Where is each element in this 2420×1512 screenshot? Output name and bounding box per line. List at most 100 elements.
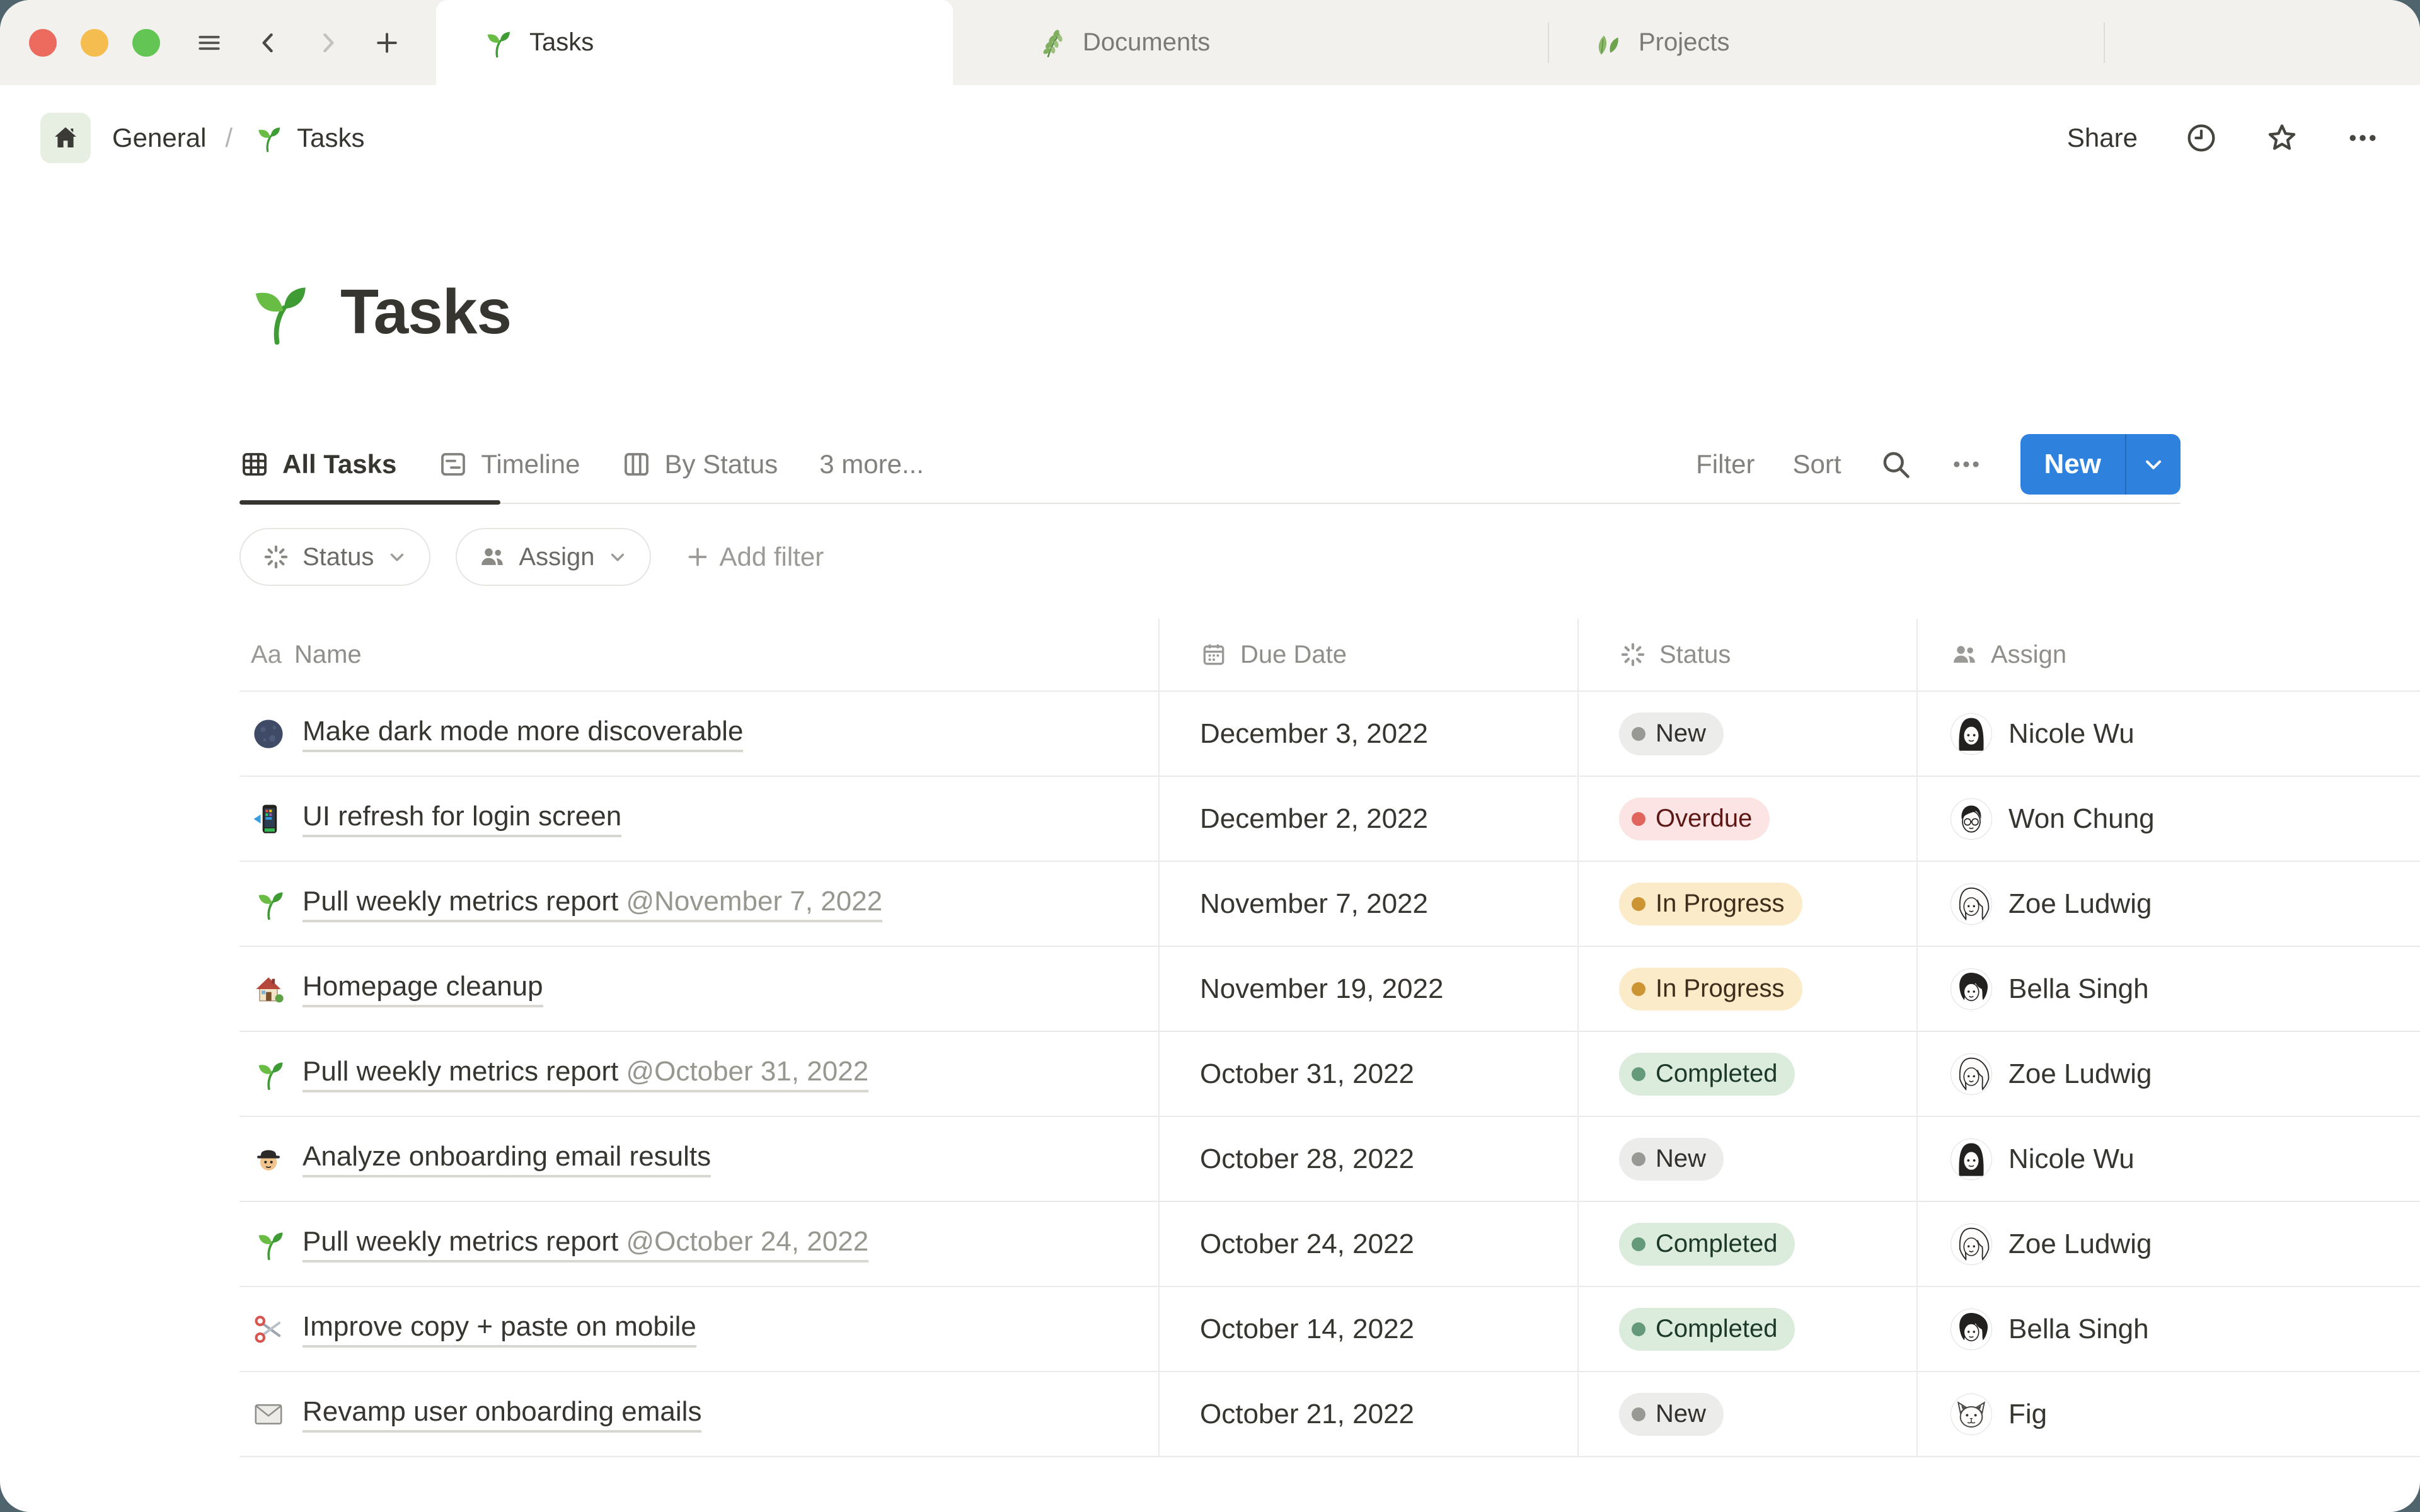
assign-cell[interactable]: Won Chung [1918,777,2419,861]
task-page-link[interactable]: Pull weekly metrics report @October 31, … [302,1056,869,1092]
minimize-window-button[interactable] [81,28,108,57]
task-page-link[interactable]: Make dark mode more discoverable [302,716,744,752]
assignee-name: Nicole Wu [2008,1143,2135,1174]
assign-cell[interactable]: Zoe Ludwig [1918,862,2419,946]
assign-cell[interactable]: Bella Singh [1918,947,2419,1031]
assign-filter-chip[interactable]: Assign [456,528,652,586]
task-page-link[interactable]: UI refresh for login screen [302,801,622,837]
more-views-button[interactable]: 3 more... [819,449,924,479]
task-page-link[interactable]: Improve copy + paste on mobile [302,1311,696,1348]
assign-cell[interactable]: Nicole Wu [1918,692,2419,776]
name-cell[interactable]: Homepage cleanup [239,947,1160,1031]
name-cell[interactable]: Pull weekly metrics report @October 31, … [239,1032,1160,1116]
sort-button[interactable]: Sort [1792,449,1841,479]
history-clock-icon[interactable] [2184,121,2218,155]
assign-cell[interactable]: Bella Singh [1918,1287,2419,1371]
table-row[interactable]: Analyze onboarding email results October… [239,1117,2420,1202]
status-badge: Completed [1619,1307,1795,1351]
column-header-assign[interactable]: Assign [1918,619,2419,690]
column-label: Due Date [1240,640,1347,668]
view-tab-by-status[interactable]: By Status [621,449,778,479]
chip-label: Status [302,542,374,571]
due-date-cell[interactable]: October 24, 2022 [1160,1202,1579,1286]
name-cell[interactable]: Pull weekly metrics report @November 7, … [239,862,1160,946]
task-page-link[interactable]: Analyze onboarding email results [302,1141,712,1177]
status-badge: Overdue [1619,797,1770,840]
status-cell[interactable]: Completed [1579,1032,1918,1116]
due-date-cell[interactable]: October 21, 2022 [1160,1372,1579,1456]
breadcrumb-workspace[interactable]: General [112,123,206,153]
status-cell[interactable]: New [1579,1117,1918,1201]
name-cell[interactable]: Analyze onboarding email results [239,1117,1160,1201]
favorite-star-icon[interactable] [2265,121,2299,155]
calendar-icon [1200,641,1228,668]
new-tab-icon[interactable] [371,26,403,59]
table-row[interactable]: Pull weekly metrics report @October 31, … [239,1032,2420,1117]
house-icon [251,971,286,1007]
plus-icon [685,544,710,570]
due-date-cell[interactable]: November 7, 2022 [1160,862,1579,946]
assign-cell[interactable]: Zoe Ludwig [1918,1032,2419,1116]
breadcrumb-page[interactable]: Tasks [251,122,364,154]
assign-cell[interactable]: Fig [1918,1372,2419,1456]
status-cell[interactable]: New [1579,1372,1918,1456]
status-cell[interactable]: Completed [1579,1202,1918,1286]
task-page-link[interactable]: Pull weekly metrics report @October 24, … [302,1226,869,1263]
close-window-button[interactable] [29,28,57,57]
due-date-cell[interactable]: December 2, 2022 [1160,777,1579,861]
name-cell[interactable]: Improve copy + paste on mobile [239,1287,1160,1371]
column-header-status[interactable]: Status [1579,619,1918,690]
search-icon[interactable] [1879,448,1912,481]
task-page-link[interactable]: Pull weekly metrics report @November 7, … [302,886,883,922]
more-options-icon[interactable] [2346,121,2380,155]
name-cell[interactable]: Pull weekly metrics report @October 24, … [239,1202,1160,1286]
task-page-link[interactable]: Homepage cleanup [302,971,543,1007]
due-date-cell[interactable]: October 31, 2022 [1160,1032,1579,1116]
table-row[interactable]: UI refresh for login screen December 2, … [239,777,2420,862]
column-label: Assign [1991,640,2067,668]
due-date-cell[interactable]: November 19, 2022 [1160,947,1579,1031]
due-date-cell[interactable]: October 14, 2022 [1160,1287,1579,1371]
due-date-cell[interactable]: December 3, 2022 [1160,692,1579,776]
status-dot-icon [1632,896,1645,911]
sidebar-menu-icon[interactable] [193,26,226,59]
share-button[interactable]: Share [2067,123,2138,153]
forward-icon[interactable] [311,26,344,59]
table-row[interactable]: Improve copy + paste on mobile October 1… [239,1287,2420,1372]
status-cell[interactable]: In Progress [1579,947,1918,1031]
status-badge: New [1619,1392,1724,1436]
name-cell[interactable]: Make dark mode more discoverable [239,692,1160,776]
assign-cell[interactable]: Nicole Wu [1918,1117,2419,1201]
tab-documents[interactable]: Documents [993,0,1548,85]
status-filter-chip[interactable]: Status [239,528,431,586]
zoom-window-button[interactable] [132,28,160,57]
status-cell[interactable]: New [1579,692,1918,776]
view-tab-all-tasks[interactable]: All Tasks [239,449,396,479]
home-icon[interactable] [40,112,91,163]
tab-tasks[interactable]: Tasks [436,0,953,85]
status-cell[interactable]: Completed [1579,1287,1918,1371]
status-cell[interactable]: Overdue [1579,777,1918,861]
tab-projects[interactable]: Projects [1549,0,2104,85]
table-row[interactable]: Make dark mode more discoverable Decembe… [239,692,2420,777]
assign-cell[interactable]: Zoe Ludwig [1918,1202,2419,1286]
view-options-icon[interactable] [1950,448,1983,481]
name-cell[interactable]: Revamp user onboarding emails [239,1372,1160,1456]
name-cell[interactable]: UI refresh for login screen [239,777,1160,861]
view-tab-timeline[interactable]: Timeline [438,449,580,479]
back-icon[interactable] [252,26,285,59]
due-date-cell[interactable]: October 28, 2022 [1160,1117,1579,1201]
add-filter-button[interactable]: Add filter [685,542,824,572]
avatar-nicole [1950,1138,1992,1180]
filter-button[interactable]: Filter [1696,449,1754,479]
status-cell[interactable]: In Progress [1579,862,1918,946]
table-row[interactable]: Revamp user onboarding emails October 21… [239,1372,2420,1457]
new-button[interactable]: New [2020,434,2181,495]
table-row[interactable]: Pull weekly metrics report @November 7, … [239,862,2420,947]
table-row[interactable]: Pull weekly metrics report @October 24, … [239,1202,2420,1287]
new-dropdown-chevron[interactable] [2126,434,2181,495]
column-header-name[interactable]: Aa Name [239,619,1160,690]
column-header-due-date[interactable]: Due Date [1160,619,1579,690]
task-page-link[interactable]: Revamp user onboarding emails [302,1396,702,1433]
table-row[interactable]: Homepage cleanup November 19, 2022 In Pr… [239,947,2420,1032]
